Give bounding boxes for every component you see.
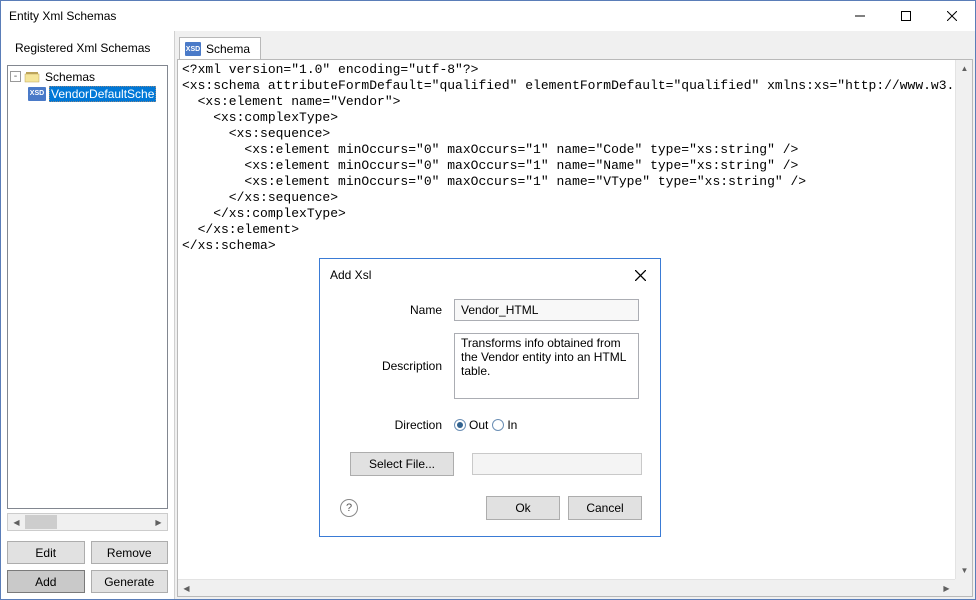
tab-label: Schema (206, 42, 250, 56)
xsd-icon: XSD (185, 42, 201, 56)
name-label: Name (338, 299, 454, 321)
window-controls (837, 1, 975, 31)
sidebar-buttons: Edit Remove Add Generate (1, 537, 174, 599)
tree-item-label: VendorDefaultSche (49, 86, 156, 102)
help-button[interactable]: ? (340, 499, 358, 517)
titlebar: Entity Xml Schemas (1, 1, 975, 31)
tree-item[interactable]: XSD VendorDefaultSche (10, 85, 165, 102)
maximize-button[interactable] (883, 1, 929, 31)
scroll-up-icon[interactable]: ▲ (956, 60, 973, 77)
direction-out-radio[interactable]: Out (454, 418, 488, 432)
add-xsl-dialog: Add Xsl Name Description (319, 258, 661, 537)
dialog-body: Name Description Direction (320, 289, 660, 536)
cancel-button[interactable]: Cancel (568, 496, 642, 520)
name-field[interactable] (454, 299, 639, 321)
code-hscrollbar[interactable]: ◀ ▶ (178, 579, 955, 596)
direction-label: Direction (338, 414, 454, 436)
direction-in-radio[interactable]: In (492, 418, 517, 432)
code-vscrollbar[interactable]: ▲ ▼ (955, 60, 972, 579)
window-title: Entity Xml Schemas (9, 9, 837, 23)
generate-button[interactable]: Generate (91, 570, 169, 593)
dialog-title: Add Xsl (330, 268, 628, 282)
select-file-button[interactable]: Select File... (350, 452, 454, 476)
radio-icon (492, 419, 504, 431)
tabbar: XSD Schema (175, 31, 975, 59)
scroll-left-icon[interactable]: ◀ (178, 580, 195, 597)
selected-file-display (472, 453, 642, 475)
description-field[interactable] (454, 333, 639, 399)
sidebar: Registered Xml Schemas - Schemas XSD Ven… (1, 31, 175, 599)
tree-root-label: Schemas (43, 70, 97, 84)
close-button[interactable] (929, 1, 975, 31)
remove-button[interactable]: Remove (91, 541, 169, 564)
scroll-right-icon[interactable]: ▶ (938, 580, 955, 597)
ok-button[interactable]: Ok (486, 496, 560, 520)
tab-schema[interactable]: XSD Schema (179, 37, 261, 59)
content: Registered Xml Schemas - Schemas XSD Ven… (1, 31, 975, 599)
main-window: Entity Xml Schemas Registered Xml Schema… (0, 0, 976, 600)
radio-icon (454, 419, 466, 431)
scroll-right-icon[interactable]: ▶ (150, 514, 167, 530)
scroll-down-icon[interactable]: ▼ (956, 562, 973, 579)
radio-label: Out (469, 418, 488, 432)
collapse-icon[interactable]: - (10, 71, 21, 82)
sidebar-header: Registered Xml Schemas (1, 31, 174, 63)
tree-root[interactable]: - Schemas (10, 68, 165, 85)
xsd-icon: XSD (28, 87, 46, 101)
main-panel: XSD Schema <?xml version="1.0" encoding=… (175, 31, 975, 599)
minimize-button[interactable] (837, 1, 883, 31)
edit-button[interactable]: Edit (7, 541, 85, 564)
radio-label: In (507, 418, 517, 432)
dialog-titlebar: Add Xsl (320, 259, 660, 289)
description-label: Description (338, 333, 454, 402)
scroll-thumb[interactable] (25, 515, 57, 529)
dialog-close-button[interactable] (628, 265, 652, 285)
add-button[interactable]: Add (7, 570, 85, 593)
schema-tree[interactable]: - Schemas XSD VendorDefaultSche (7, 65, 168, 509)
scroll-left-icon[interactable]: ◀ (8, 514, 25, 530)
folder-icon (24, 70, 40, 84)
scroll-corner (955, 579, 972, 596)
tree-hscrollbar[interactable]: ◀ ▶ (7, 513, 168, 531)
